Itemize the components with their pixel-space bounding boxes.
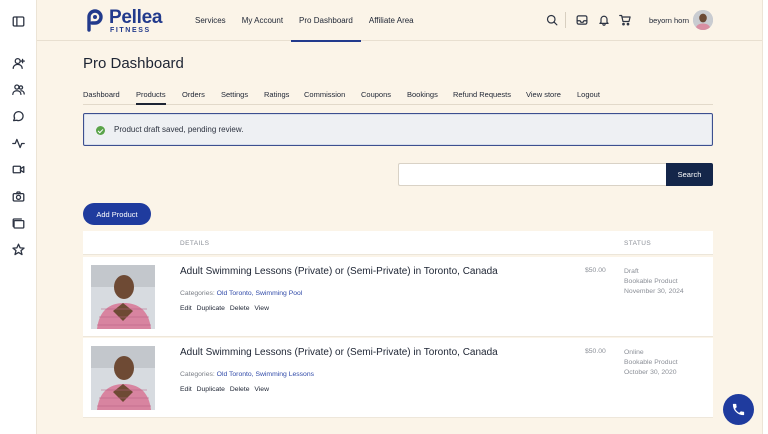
category-link[interactable]: Swimming Pool: [255, 290, 302, 297]
product-date: November 30, 2024: [624, 288, 684, 295]
top-header: Pellea FITNESS Services My Account Pro D…: [37, 0, 762, 42]
status-text: Draft: [624, 268, 639, 275]
nav-my-account[interactable]: My Account: [234, 0, 291, 41]
view-link[interactable]: View: [254, 386, 269, 393]
product-thumbnail[interactable]: [91, 346, 155, 410]
call-button[interactable]: [723, 394, 754, 425]
product-status: Draft Bookable Product November 30, 2024: [624, 267, 684, 297]
bell-icon-wrap[interactable]: [598, 13, 610, 27]
product-price: $50.00: [585, 348, 606, 355]
phone-icon: [732, 403, 745, 416]
edit-link[interactable]: Edit: [180, 305, 192, 312]
tab-logout[interactable]: Logout: [577, 90, 600, 105]
search-button[interactable]: Search: [666, 163, 713, 186]
nav-affiliate-area[interactable]: Affiliate Area: [361, 0, 422, 41]
product-image: [91, 265, 155, 329]
tab-dashboard[interactable]: Dashboard: [83, 90, 120, 105]
product-type: Bookable Product: [624, 278, 678, 285]
search-icon-wrap[interactable]: [546, 13, 558, 27]
delete-link[interactable]: Delete: [230, 386, 250, 393]
table-row: Adult Swimming Lessons (Private) or (Sem…: [83, 338, 713, 418]
header-details: DETAILS: [180, 240, 210, 247]
brand-name: Pellea: [109, 7, 163, 28]
left-sidebar: [0, 0, 37, 434]
edit-link[interactable]: Edit: [180, 386, 192, 393]
bell-icon[interactable]: [598, 14, 610, 26]
categories-label: Categories:: [180, 290, 215, 297]
tab-commission[interactable]: Commission: [304, 90, 345, 105]
brand-logo[interactable]: Pellea FITNESS: [84, 8, 162, 35]
product-categories: Categories: Old Toronto, Swimming Lesson…: [180, 371, 315, 378]
activity-icon[interactable]: [11, 136, 25, 150]
tab-coupons[interactable]: Coupons: [361, 90, 391, 105]
add-product-button[interactable]: Add Product: [83, 203, 151, 225]
category-link[interactable]: Old Toronto: [217, 371, 252, 378]
product-name[interactable]: Adult Swimming Lessons (Private) or (Sem…: [180, 266, 498, 277]
header-user-name[interactable]: beyorn horn: [649, 16, 689, 25]
notice-message: Product draft saved, pending review.: [114, 125, 244, 134]
cart-icon-wrap[interactable]: [619, 13, 631, 27]
product-categories: Categories: Old Toronto, Swimming Pool: [180, 290, 303, 297]
folder-icon[interactable]: [11, 216, 25, 230]
product-date: October 30, 2020: [624, 369, 677, 376]
search-input[interactable]: [398, 163, 666, 186]
product-price: $50.00: [585, 267, 606, 274]
tab-settings[interactable]: Settings: [221, 90, 248, 105]
table-row: Adult Swimming Lessons (Private) or (Sem…: [83, 257, 713, 337]
avatar-image: [693, 10, 713, 30]
user-plus-icon[interactable]: [11, 56, 25, 70]
duplicate-link[interactable]: Duplicate: [197, 305, 225, 312]
tab-ratings[interactable]: Ratings: [264, 90, 289, 105]
tab-refund-requests[interactable]: Refund Requests: [453, 90, 511, 105]
avatar[interactable]: [693, 10, 713, 30]
chat-icon[interactable]: [11, 109, 25, 123]
header-divider: [565, 12, 566, 28]
panel-toggle-icon[interactable]: [11, 14, 25, 28]
tab-orders[interactable]: Orders: [182, 90, 205, 105]
category-link[interactable]: Swimming Lessons: [255, 371, 314, 378]
cart-icon[interactable]: [619, 14, 631, 26]
users-icon[interactable]: [11, 82, 25, 96]
header-status: STATUS: [624, 240, 652, 247]
dashboard-tabs: Dashboard Products Orders Settings Ratin…: [83, 84, 713, 105]
product-type: Bookable Product: [624, 359, 678, 366]
delete-link[interactable]: Delete: [230, 305, 250, 312]
category-link[interactable]: Old Toronto: [217, 290, 252, 297]
inbox-icon[interactable]: [576, 14, 588, 26]
product-actions: Edit Duplicate Delete View: [180, 305, 272, 312]
brand-subtitle: FITNESS: [110, 27, 151, 34]
nav-pro-dashboard[interactable]: Pro Dashboard: [291, 0, 361, 42]
view-link[interactable]: View: [254, 305, 269, 312]
pellea-logo-icon: [87, 9, 103, 32]
star-icon[interactable]: [11, 242, 25, 256]
categories-label: Categories:: [180, 371, 215, 378]
products-table: DETAILS STATUS Adult Swimming Lessons (P…: [83, 231, 713, 434]
inbox-icon-wrap[interactable]: [576, 13, 588, 27]
status-text: Online: [624, 349, 644, 356]
search-icon[interactable]: [546, 14, 558, 26]
product-image: [91, 346, 155, 410]
duplicate-link[interactable]: Duplicate: [197, 386, 225, 393]
nav-services[interactable]: Services: [187, 0, 234, 41]
product-thumbnail[interactable]: [91, 265, 155, 329]
product-actions: Edit Duplicate Delete View: [180, 386, 272, 393]
product-status: Online Bookable Product October 30, 2020: [624, 348, 678, 378]
tab-bookings[interactable]: Bookings: [407, 90, 438, 105]
right-scroll-edge: [762, 0, 768, 434]
video-icon[interactable]: [11, 162, 25, 176]
product-name[interactable]: Adult Swimming Lessons (Private) or (Sem…: [180, 347, 498, 358]
success-notice: Product draft saved, pending review.: [83, 113, 713, 146]
tab-view-store[interactable]: View store: [526, 90, 561, 105]
check-circle-icon: [96, 126, 105, 135]
camera-icon[interactable]: [11, 189, 25, 203]
tab-products[interactable]: Products: [136, 90, 166, 105]
page-title: Pro Dashboard: [83, 55, 184, 72]
main-nav: Services My Account Pro Dashboard Affili…: [187, 0, 422, 42]
table-header: DETAILS STATUS: [83, 231, 713, 255]
